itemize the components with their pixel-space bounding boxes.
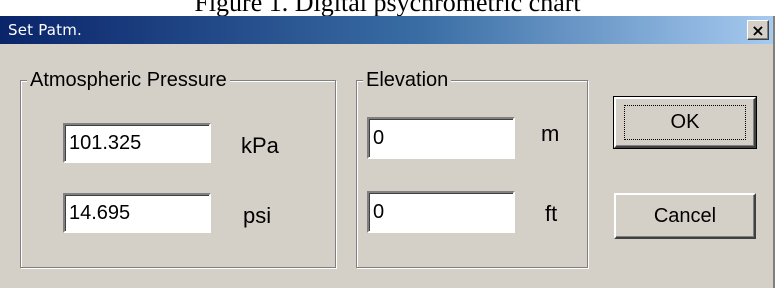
- kpa-unit-label: kPa: [241, 133, 279, 158]
- elevation-label: Elevation: [363, 68, 452, 92]
- close-icon: ×: [751, 20, 765, 40]
- cancel-button[interactable]: Cancel: [614, 193, 756, 239]
- ft-unit-label: ft: [545, 201, 558, 226]
- ok-button[interactable]: OK: [613, 96, 757, 149]
- ok-button-label: OK: [670, 111, 700, 133]
- close-button[interactable]: ×: [747, 20, 769, 40]
- atmospheric-pressure-group: Atmospheric Pressure kPa psi: [20, 68, 336, 268]
- m-unit-label: m: [541, 121, 560, 146]
- title-bar[interactable]: Set Patm. ×: [0, 16, 773, 44]
- elevation-m-input[interactable]: [367, 117, 515, 159]
- psi-unit-label: psi: [243, 203, 272, 228]
- pressure-kpa-input[interactable]: [63, 123, 211, 163]
- set-patm-dialog: Set Patm. × Atmospheric Pressure kPa psi…: [0, 16, 775, 288]
- elevation-ft-input[interactable]: [367, 191, 515, 233]
- elevation-group: Elevation m ft: [356, 68, 588, 268]
- cancel-button-label: Cancel: [653, 204, 717, 227]
- pressure-psi-input[interactable]: [63, 193, 211, 233]
- atmospheric-pressure-label: Atmospheric Pressure: [27, 68, 230, 92]
- dialog-title: Set Patm.: [8, 21, 83, 39]
